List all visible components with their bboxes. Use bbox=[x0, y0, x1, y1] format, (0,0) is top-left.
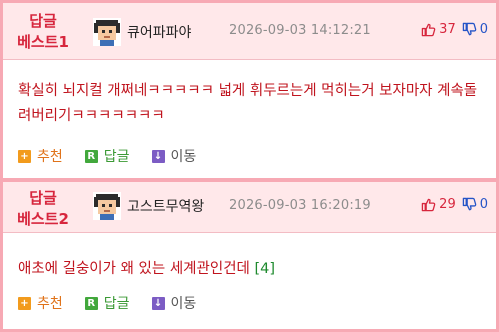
comment-datetime: 2026-09-03 14:12:21 bbox=[229, 23, 371, 38]
best-badge: 답글 베스트1 bbox=[3, 11, 83, 53]
recommend-button[interactable]: + 추천 bbox=[18, 293, 63, 313]
thumbs-up-icon[interactable] bbox=[421, 197, 436, 212]
upvote-count: 29 bbox=[439, 197, 456, 212]
pixel-avatar-icon[interactable] bbox=[93, 192, 121, 220]
plus-square-icon: + bbox=[18, 149, 31, 163]
comment-body: 확실히 뇌지컬 개쩌네ㅋㅋㅋㅋㅋ 넓게 휘두르는게 먹히는거 보자마자 계속돌려… bbox=[18, 79, 483, 129]
author-nickname[interactable]: 고스트무역왕 bbox=[127, 196, 204, 216]
reply-button[interactable]: R 답글 bbox=[84, 293, 130, 313]
thumbs-up-icon[interactable] bbox=[421, 22, 436, 37]
best-badge: 답글 베스트2 bbox=[3, 188, 83, 230]
reply-button[interactable]: R 답글 bbox=[84, 146, 130, 166]
comment-actions: + 추천 R 답글 ↓ 이동 bbox=[18, 146, 218, 166]
comment-datetime: 2026-09-03 16:20:19 bbox=[229, 198, 371, 213]
thumbs-down-icon[interactable] bbox=[462, 197, 477, 212]
move-label: 이동 bbox=[170, 296, 197, 312]
upvote-count: 37 bbox=[439, 22, 456, 37]
reply-count[interactable]: [4] bbox=[254, 261, 275, 277]
comment-actions: + 추천 R 답글 ↓ 이동 bbox=[18, 293, 218, 313]
vote-box: 29 0 bbox=[421, 197, 488, 212]
comment-text: 애초에 길숭이가 왜 있는 세계관인건데 bbox=[18, 261, 250, 277]
move-label: 이동 bbox=[170, 149, 197, 165]
recommend-button[interactable]: + 추천 bbox=[18, 146, 63, 166]
best-badge-line1: 답글 bbox=[29, 12, 57, 30]
plus-square-icon: + bbox=[18, 296, 31, 310]
down-arrow-square-icon: ↓ bbox=[151, 296, 165, 310]
best-badge-line1: 답글 bbox=[29, 189, 57, 207]
best-badge-line2: 베스트1 bbox=[17, 33, 69, 51]
move-button[interactable]: ↓ 이동 bbox=[151, 146, 197, 166]
author-nickname[interactable]: 큐어파파야 bbox=[127, 22, 191, 42]
recommend-label: 추천 bbox=[37, 296, 63, 312]
best-comment-2: 답글 베스트2 고스트무역왕 2026-09-03 16:20:19 29 0 bbox=[3, 182, 496, 329]
best-comment-1: 답글 베스트1 큐어파파야 2026-09-03 14:12:21 37 0 확… bbox=[3, 3, 496, 178]
down-arrow-square-icon: ↓ bbox=[151, 149, 165, 163]
comment-body: 애초에 길숭이가 왜 있는 세계관인건데 [4] bbox=[18, 257, 483, 282]
best-badge-line2: 베스트2 bbox=[17, 210, 69, 228]
r-square-icon: R bbox=[84, 296, 98, 310]
reply-label: 답글 bbox=[103, 149, 130, 165]
vote-box: 37 0 bbox=[421, 22, 488, 37]
pixel-avatar-icon[interactable] bbox=[93, 18, 121, 46]
move-button[interactable]: ↓ 이동 bbox=[151, 293, 197, 313]
thumbs-down-icon[interactable] bbox=[462, 22, 477, 37]
comment-text: 확실히 뇌지컬 개쩌네ㅋㅋㅋㅋㅋ 넓게 휘두르는게 먹히는거 보자마자 계속돌려… bbox=[18, 83, 478, 124]
downvote-count: 0 bbox=[479, 22, 488, 37]
comment-header: 답글 베스트2 고스트무역왕 2026-09-03 16:20:19 29 0 bbox=[3, 182, 496, 233]
r-square-icon: R bbox=[84, 149, 98, 163]
reply-label: 답글 bbox=[103, 296, 130, 312]
comment-header: 답글 베스트1 큐어파파야 2026-09-03 14:12:21 37 0 bbox=[3, 3, 496, 60]
downvote-count: 0 bbox=[479, 197, 488, 212]
recommend-label: 추천 bbox=[37, 149, 63, 165]
